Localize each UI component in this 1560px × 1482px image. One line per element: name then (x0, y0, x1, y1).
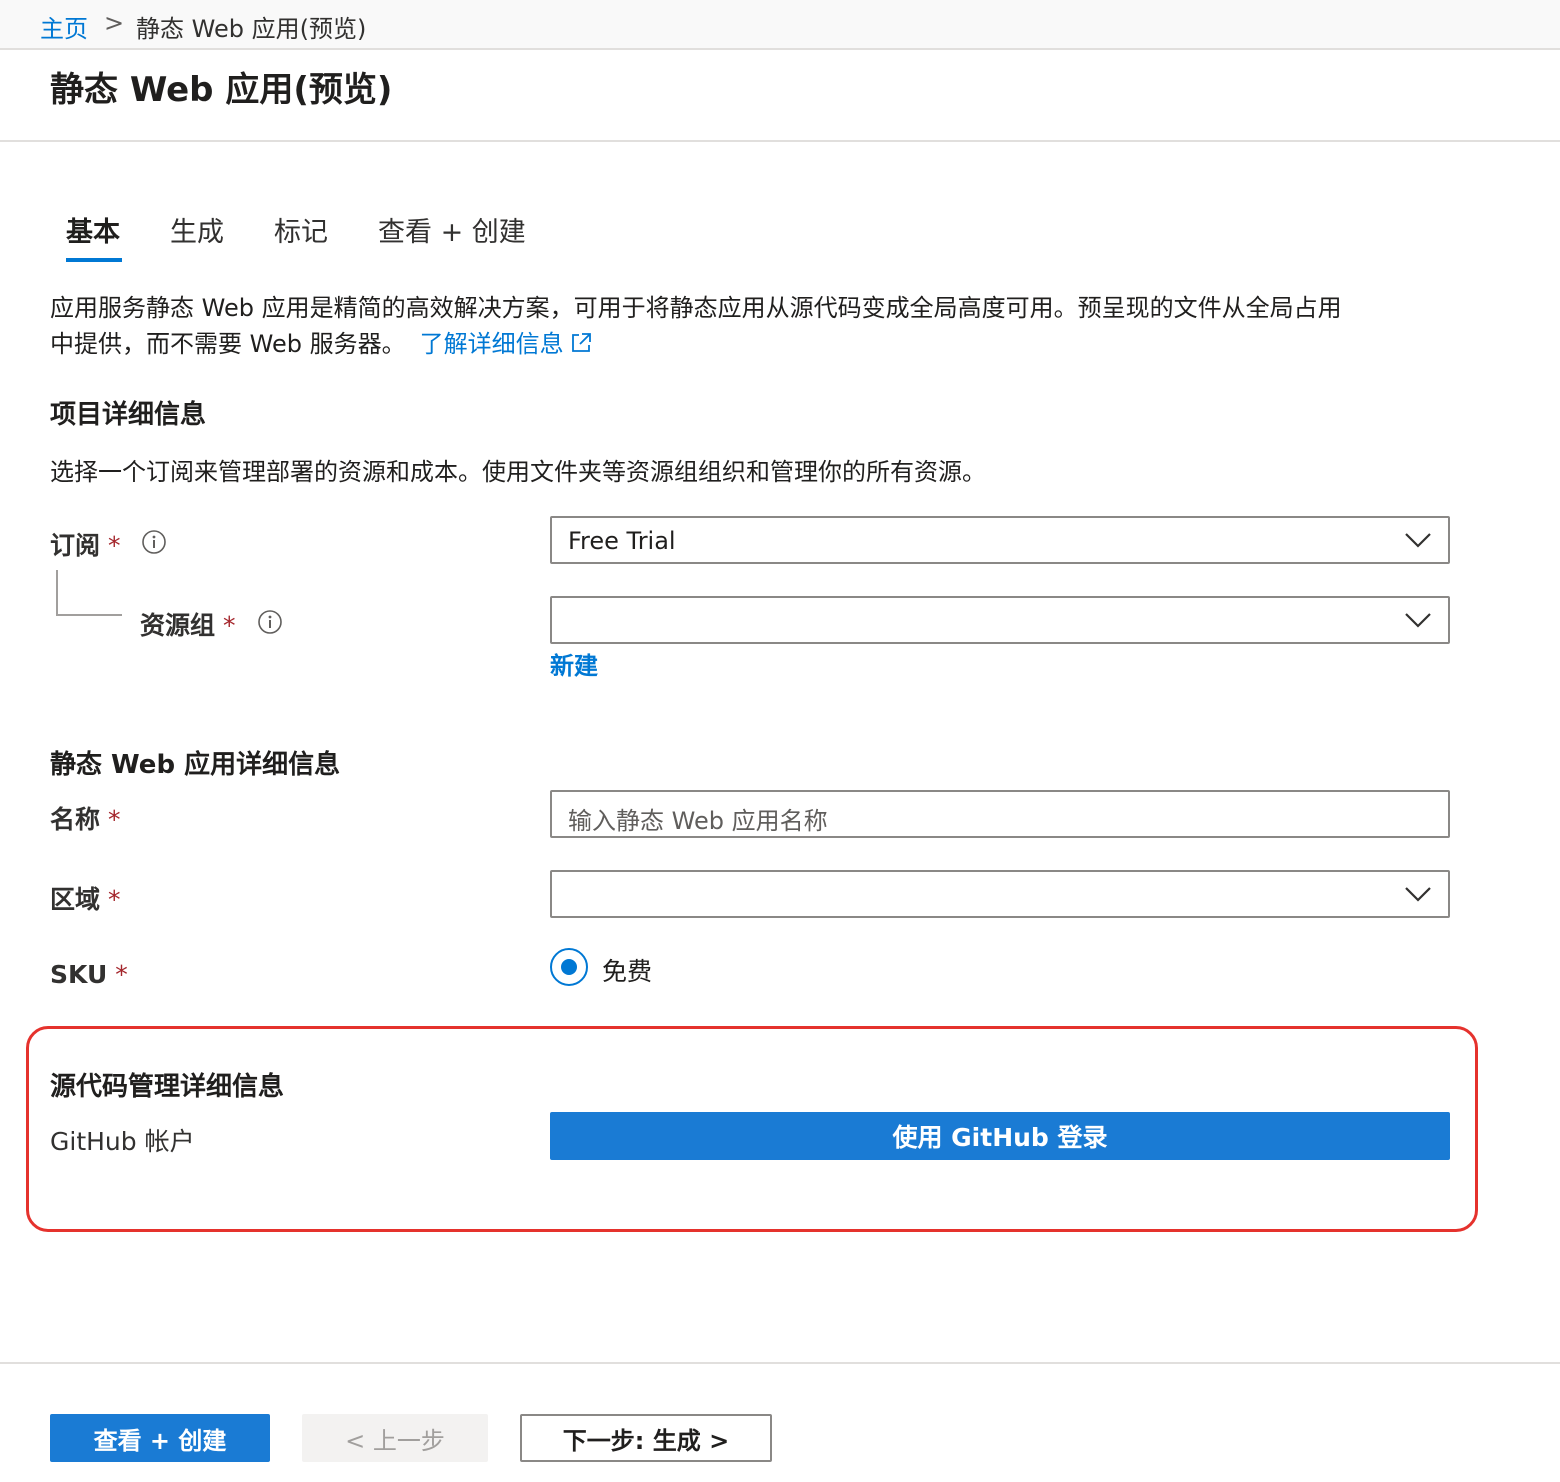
learn-more-label: 了解详细信息 (419, 330, 564, 358)
subscription-label: 订阅 * (50, 526, 121, 562)
tree-connector (56, 570, 58, 616)
intro-line-1: 应用服务静态 Web 应用是精简的高效解决方案，可用于将静态应用从源代码变成全局… (50, 294, 1342, 322)
sku-label-text: SKU (50, 960, 108, 989)
footer-divider (0, 1362, 1560, 1364)
sku-free-radio[interactable] (550, 948, 588, 986)
resource-group-label-text: 资源组 (140, 611, 216, 640)
chevron-down-icon (1405, 533, 1431, 548)
next-build-button[interactable]: 下一步: 生成 > (520, 1414, 772, 1462)
chevron-right-icon: > (104, 9, 125, 37)
name-label: 名称 * (50, 800, 121, 836)
app-name-input[interactable]: 输入静态 Web 应用名称 (550, 790, 1450, 838)
app-name-placeholder: 输入静态 Web 应用名称 (568, 807, 828, 835)
required-marker: * (223, 611, 236, 640)
required-marker: * (108, 531, 121, 560)
learn-more-link[interactable]: 了解详细信息 (420, 330, 592, 358)
tab-basics[interactable]: 基本 (66, 210, 120, 249)
region-dropdown[interactable] (550, 870, 1450, 918)
tab-tags[interactable]: 标记 (274, 210, 328, 249)
active-tab-indicator (66, 258, 122, 262)
region-label-text: 区域 (50, 885, 101, 914)
breadcrumb-home-link[interactable]: 主页 (40, 9, 88, 44)
required-marker: * (108, 805, 121, 834)
region-label: 区域 * (50, 880, 121, 916)
source-control-title: 源代码管理详细信息 (50, 1072, 285, 1102)
resource-group-label: 资源组 * (140, 606, 236, 642)
github-account-label: GitHub 帐户 (50, 1127, 195, 1156)
required-marker: * (115, 960, 128, 989)
project-details-title: 项目详细信息 (50, 400, 207, 430)
tab-review-create[interactable]: 查看 + 创建 (378, 210, 526, 249)
project-details-description: 选择一个订阅来管理部署的资源和成本。使用文件夹等资源组组织和管理你的所有资源。 (50, 458, 986, 486)
external-link-icon (571, 333, 591, 352)
page-title: 静态 Web 应用(预览) (50, 70, 393, 110)
create-new-resource-group-link[interactable]: 新建 (550, 646, 598, 681)
required-marker: * (108, 885, 121, 914)
sku-label: SKU * (50, 960, 128, 989)
intro-line-2-text: 中提供，而不需要 Web 服务器。 (50, 330, 406, 358)
subscription-dropdown[interactable]: Free Trial (550, 516, 1450, 564)
radio-selected-dot (561, 959, 577, 975)
subscription-value: Free Trial (568, 527, 676, 555)
github-login-button[interactable]: 使用 GitHub 登录 (550, 1112, 1450, 1160)
info-icon[interactable] (141, 529, 167, 555)
app-details-title: 静态 Web 应用详细信息 (50, 750, 341, 780)
intro-line-2: 中提供，而不需要 Web 服务器。 了解详细信息 (50, 326, 1470, 362)
info-icon[interactable] (257, 609, 283, 635)
title-divider (0, 140, 1560, 142)
breadcrumb: 主页 > 静态 Web 应用(预览) (0, 0, 1560, 50)
chevron-down-icon (1405, 613, 1431, 628)
tree-connector (56, 614, 122, 616)
intro-text: 应用服务静态 Web 应用是精简的高效解决方案，可用于将静态应用从源代码变成全局… (50, 290, 1470, 362)
breadcrumb-current: 静态 Web 应用(预览) (136, 15, 367, 43)
name-label-text: 名称 (50, 805, 101, 834)
previous-button[interactable]: < 上一步 (302, 1414, 488, 1462)
subscription-label-text: 订阅 (50, 531, 101, 560)
sku-free-label: 免费 (602, 957, 653, 986)
resource-group-dropdown[interactable] (550, 596, 1450, 644)
tab-build[interactable]: 生成 (170, 210, 224, 249)
review-create-button[interactable]: 查看 + 创建 (50, 1414, 270, 1462)
chevron-down-icon (1405, 887, 1431, 902)
